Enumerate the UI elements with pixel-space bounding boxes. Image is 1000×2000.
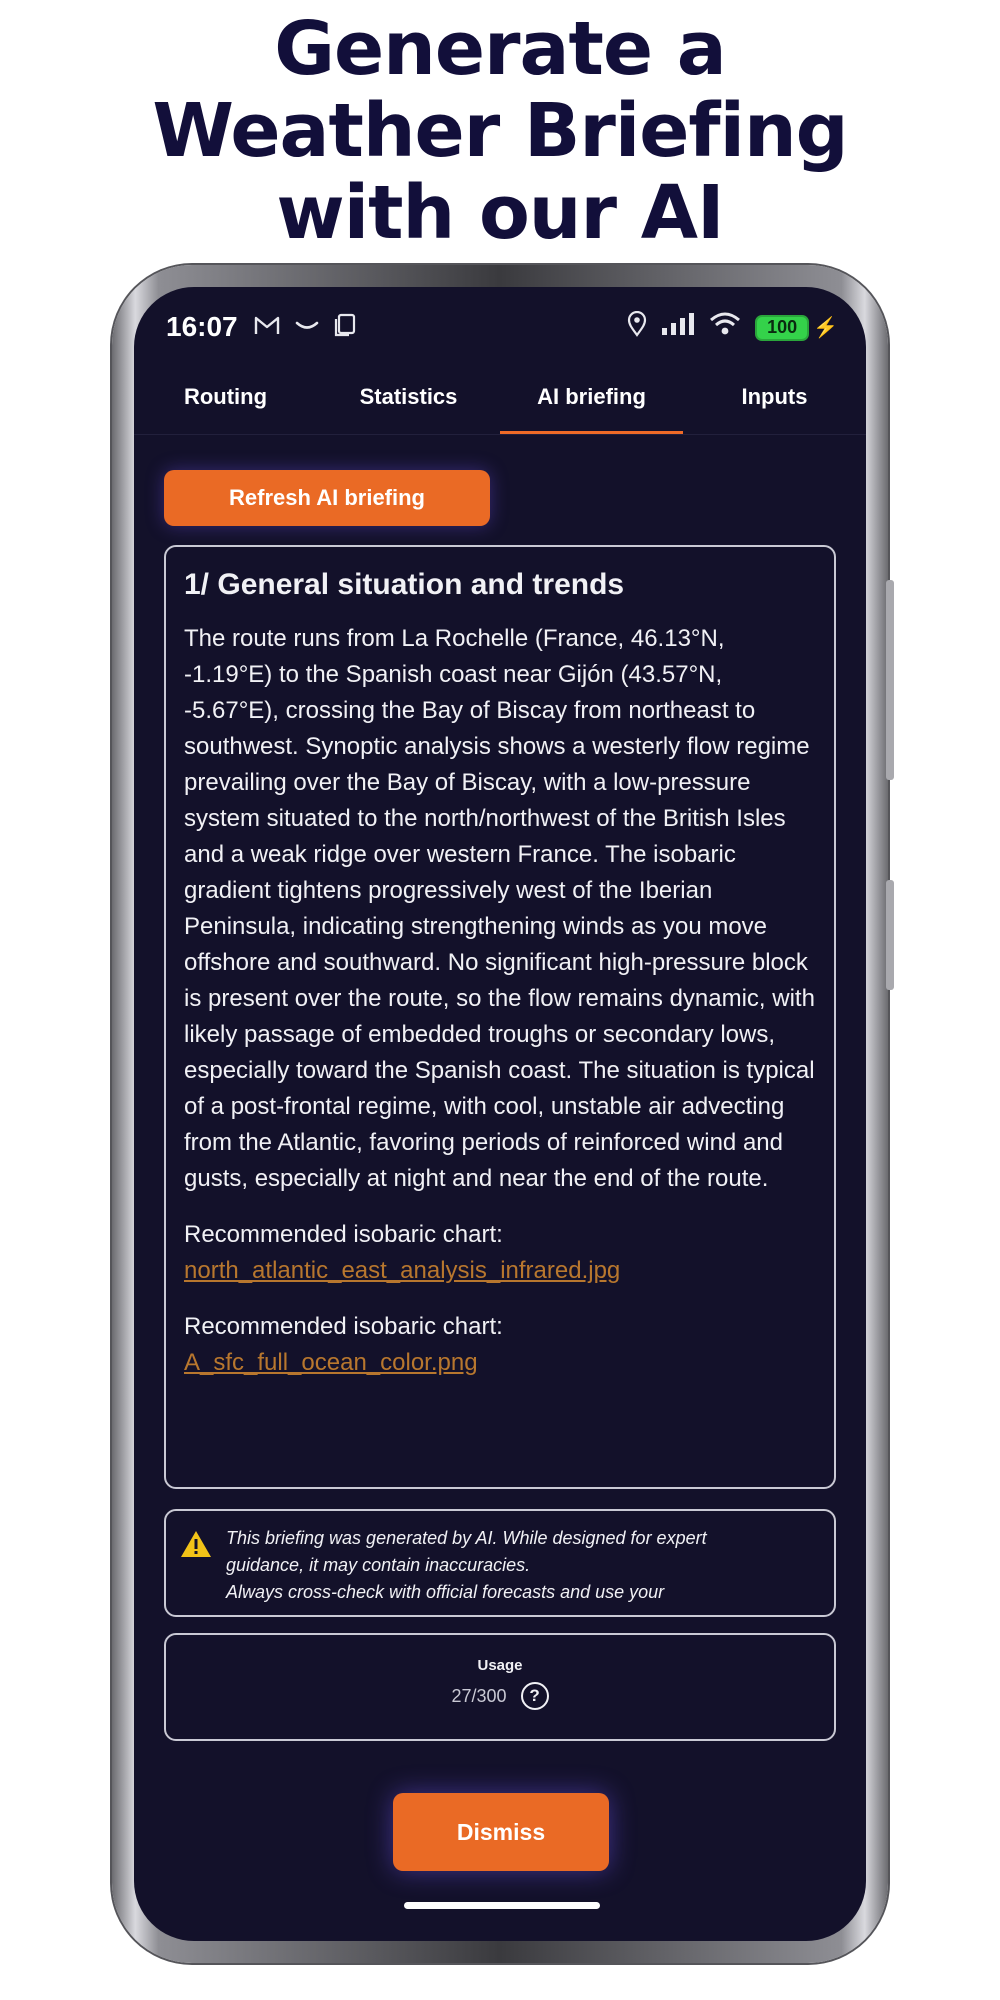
marketing-headline: Generate a Weather Briefing with our AI xyxy=(0,8,1000,254)
status-icons-right: 100 ⚡ xyxy=(627,310,838,344)
recommended-chart-1: Recommended isobaric chart: north_atlant… xyxy=(184,1217,816,1289)
usage-box: Usage 27/300 ? xyxy=(164,1633,836,1741)
tab-routing[interactable]: Routing xyxy=(134,377,317,435)
usage-title: Usage xyxy=(477,1657,523,1674)
phone-screen: 16:07 100 ⚡ Routing Statistics AI briefi… xyxy=(134,287,866,1941)
status-bar: 16:07 100 ⚡ xyxy=(134,287,866,377)
briefing-body-text: The route runs from La Rochelle (France,… xyxy=(184,625,815,1192)
tab-ai-briefing[interactable]: AI briefing xyxy=(500,377,683,435)
chart-link[interactable]: A_sfc_full_ocean_color.png xyxy=(184,1345,816,1381)
battery-icon: 100 xyxy=(755,314,810,341)
briefing-card[interactable]: 1/ General situation and trends The rout… xyxy=(164,545,836,1489)
usage-value: 27/300 xyxy=(451,1685,507,1706)
active-tab-indicator xyxy=(500,431,683,434)
disclaimer-line: This briefing was generated by AI. While… xyxy=(226,1528,707,1548)
gmail-icon xyxy=(254,314,280,343)
chart-link[interactable]: north_atlantic_east_analysis_infrared.jp… xyxy=(184,1253,816,1289)
headline-line-3: with our AI xyxy=(276,170,724,256)
status-icons-left xyxy=(254,313,356,344)
phone-side-button xyxy=(886,580,894,780)
headline-line-1: Generate a xyxy=(274,6,727,92)
help-icon[interactable]: ? xyxy=(520,1682,549,1710)
warning-icon xyxy=(181,1531,211,1557)
signal-icon xyxy=(661,312,695,343)
home-indicator[interactable] xyxy=(404,1902,600,1909)
dismiss-button[interactable]: Dismiss xyxy=(393,1793,609,1871)
refresh-ai-briefing-button[interactable]: Refresh AI briefing xyxy=(164,470,490,526)
ai-disclaimer[interactable]: This briefing was generated by AI. While… xyxy=(164,1509,836,1617)
status-time: 16:07 xyxy=(166,311,238,342)
wifi-icon xyxy=(709,312,741,343)
headline-line-2: Weather Briefing xyxy=(152,88,848,174)
recommended-chart-label: Recommended isobaric chart: xyxy=(184,1221,503,1248)
disclaimer-line: Always cross-check with official forecas… xyxy=(226,1582,665,1602)
recommended-chart-2: Recommended isobaric chart: A_sfc_full_o… xyxy=(184,1309,816,1381)
briefing-section-title: 1/ General situation and trends xyxy=(184,568,625,601)
phone-side-button xyxy=(886,880,894,990)
smile-icon xyxy=(294,314,320,343)
charging-icon: ⚡ xyxy=(813,317,838,339)
location-icon xyxy=(627,310,647,344)
usage-row: 27/300 ? xyxy=(166,1682,834,1710)
disclaimer-line: guidance, it may contain inaccuracies. xyxy=(226,1555,531,1575)
tab-inputs[interactable]: Inputs xyxy=(683,377,866,435)
recommended-chart-label: Recommended isobaric chart: xyxy=(184,1313,503,1340)
tab-statistics[interactable]: Statistics xyxy=(317,377,500,435)
copy-icon xyxy=(334,313,356,344)
tab-bar: Routing Statistics AI briefing Inputs xyxy=(134,377,866,435)
